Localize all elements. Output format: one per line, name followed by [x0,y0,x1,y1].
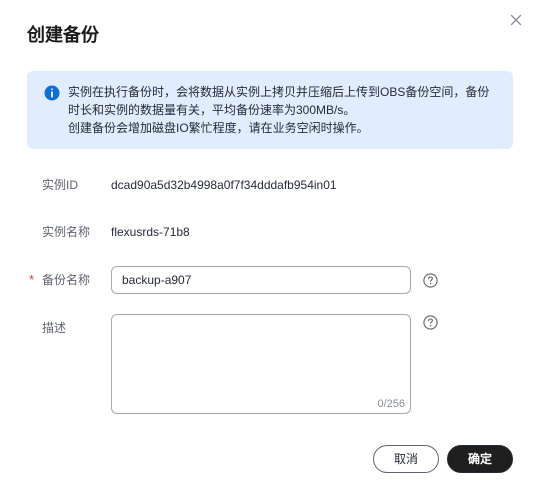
help-circle-icon[interactable] [423,315,438,330]
description-field: 0/256 [111,314,411,414]
char-counter: 0/256 [377,398,405,410]
info-notice: 实例在执行备份时，会将数据从实例上拷贝并压缩后上传到OBS备份空间，备份 时长和… [27,71,513,149]
description-textarea[interactable] [112,315,410,413]
help-circle-icon[interactable] [423,273,438,288]
info-icon [44,85,60,101]
close-icon[interactable] [507,11,525,29]
required-mark: * [29,272,35,287]
instance-id-label: 实例ID [42,178,79,192]
create-backup-dialog: 创建备份 实例在执行备份时，会将数据从实例上拷贝并压缩后上传到OBS备份空间，备… [0,0,540,500]
notice-line-3: 创建备份会增加磁盘IO繁忙程度，请在业务空闲时操作。 [68,121,369,135]
instance-name-label: 实例名称 [42,225,91,239]
notice-line-2: 时长和实例的数据量有关，平均备份速率为300MB/s。 [68,103,356,117]
instance-name-value: flexusrds-71b8 [111,225,190,239]
backup-name-label: 备份名称 [42,273,91,287]
notice-line-1: 实例在执行备份时，会将数据从实例上拷贝并压缩后上传到OBS备份空间，备份 [68,85,490,99]
dialog-title: 创建备份 [27,25,99,45]
instance-id-value: dcad90a5d32b4998a0f7f34dddafb954in01 [111,178,337,192]
backup-name-input[interactable] [111,266,411,294]
description-label: 描述 [42,321,67,335]
cancel-button[interactable]: 取消 [373,445,439,473]
confirm-button[interactable]: 确定 [447,445,513,473]
